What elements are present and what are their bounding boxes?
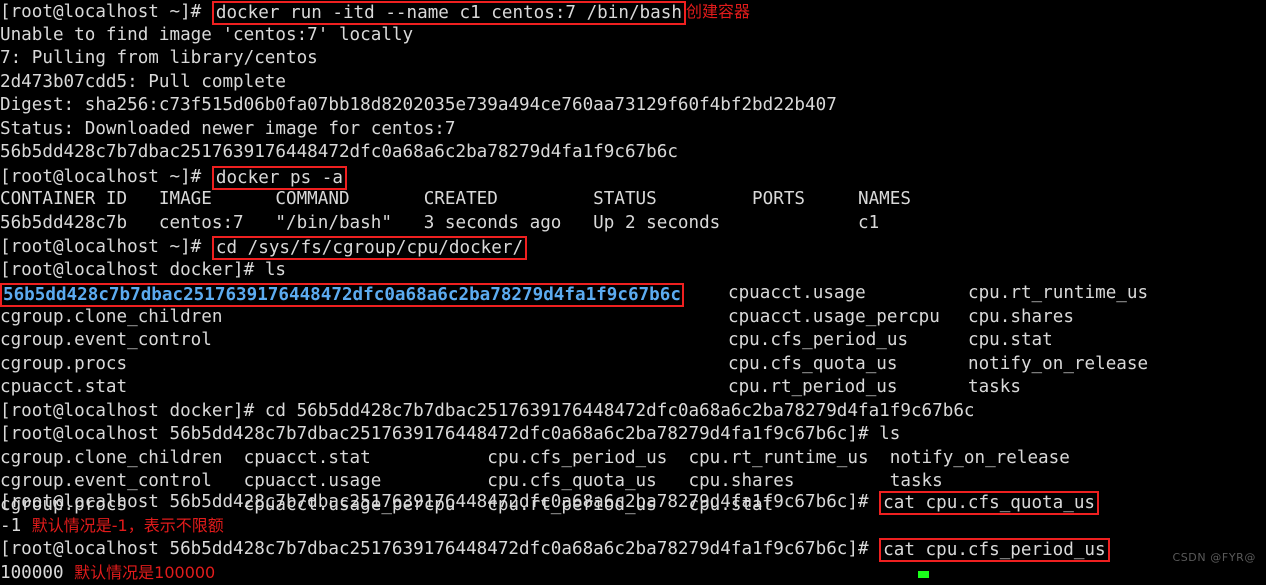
terminal-line-quota-result: -1 默认情况是-1，表示不限额 bbox=[0, 514, 224, 538]
ps-table-row: 56b5dd428c7b centos:7 "/bin/bash" 3 seco… bbox=[0, 212, 880, 233]
highlighted-command-cd-cgroup[interactable]: cd /sys/fs/cgroup/cpu/docker/ bbox=[211, 236, 528, 260]
annotation-create-container: 创建容器 bbox=[685, 2, 750, 21]
shell-prompt: [root@localhost 56b5dd428c7b7dbac2517639… bbox=[0, 424, 880, 444]
terminal-cursor bbox=[918, 571, 929, 578]
output-unable-to-find-image: Unable to find image 'centos:7' locally bbox=[0, 24, 414, 45]
terminal-line-command-ls-container: [root@localhost 56b5dd428c7b7dbac2517639… bbox=[0, 423, 900, 447]
highlighted-command-cat-period[interactable]: cat cpu.cfs_period_us bbox=[879, 538, 1110, 562]
ls-docker-col3-item-1: cpu.rt_runtime_us bbox=[968, 283, 1149, 303]
terminal-line-command-docker-ps: [root@localhost ~]# docker ps -a bbox=[0, 165, 347, 190]
shell-prompt: [root@localhost docker]# bbox=[0, 400, 265, 421]
csdn-watermark: CSDN @FYR@ bbox=[1172, 551, 1256, 564]
highlighted-command-docker-ps[interactable]: docker ps -a bbox=[211, 165, 347, 190]
shell-prompt: [root@localhost 56b5dd428c7b7dbac2517639… bbox=[0, 539, 880, 559]
highlighted-command-docker-run[interactable]: docker run -itd --name c1 centos:7 /bin/… bbox=[211, 1, 686, 25]
cat-quota-output: -1 bbox=[0, 515, 22, 536]
terminal-line-command-cat-period: [root@localhost 56b5dd428c7b7dbac2517639… bbox=[0, 537, 1110, 562]
ls-docker-col2-item-1: cpuacct.usage bbox=[728, 283, 866, 303]
shell-prompt: [root@localhost 56b5dd428c7b7dbac2517639… bbox=[0, 492, 880, 512]
annotation-period-note: 默认情况是100000 bbox=[74, 562, 216, 582]
highlighted-container-directory[interactable]: 56b5dd428c7b7dbac2517639176448472dfc0a68… bbox=[0, 283, 684, 307]
ls-docker-col2-item-2: cpuacct.usage_percpu bbox=[728, 306, 940, 327]
terminal-line-command-cd-container: [root@localhost docker]# cd 56b5dd428c7b… bbox=[0, 400, 975, 424]
ls-docker-col3-item-2: cpu.shares bbox=[968, 306, 1074, 327]
ls-docker-col1-item-4: cpuacct.stat bbox=[0, 377, 128, 397]
terminal-line-period-result: 100000 默认情况是100000 bbox=[0, 561, 215, 585]
shell-prompt: [root@localhost docker]# bbox=[0, 259, 265, 280]
shell-prompt: [root@localhost ~]# bbox=[0, 237, 212, 257]
ls-docker-col1-item-3: cgroup.procs bbox=[0, 353, 128, 374]
terminal-line-command-cd-cgroup: [root@localhost ~]# cd /sys/fs/cgroup/cp… bbox=[0, 235, 528, 260]
output-pulling-from-library: 7: Pulling from library/centos bbox=[0, 48, 318, 68]
output-digest: Digest: sha256:c73f515d06b0fa07bb18d8202… bbox=[0, 95, 837, 115]
ls-docker-row-1: 56b5dd428c7b7dbac2517639176448472dfc0a68… bbox=[0, 282, 684, 307]
terminal-line-command-cat-quota: [root@localhost 56b5dd428c7b7dbac2517639… bbox=[0, 490, 1100, 515]
shell-prompt: [root@localhost ~]# bbox=[0, 166, 212, 187]
ls-docker-col3-item-3: cpu.stat bbox=[968, 330, 1053, 350]
ls-docker-col2-item-5: cpu.rt_period_us bbox=[728, 377, 898, 397]
ps-table-header: CONTAINER ID IMAGE COMMAND CREATED STATU… bbox=[0, 189, 911, 209]
ls-docker-col3-item-4: notify_on_release bbox=[968, 353, 1149, 374]
command-cd-container[interactable]: cd 56b5dd428c7b7dbac2517639176448472dfc0… bbox=[265, 401, 975, 421]
output-layer-pull-complete: 2d473b07cdd5: Pull complete bbox=[0, 71, 286, 92]
shell-prompt: [root@localhost ~]# bbox=[0, 2, 212, 22]
highlighted-command-cat-quota[interactable]: cat cpu.cfs_quota_us bbox=[879, 491, 1100, 515]
ls-docker-col2-item-4: cpu.cfs_quota_us bbox=[728, 353, 898, 374]
terminal-window[interactable]: [root@localhost ~]# docker run -itd --na… bbox=[0, 0, 1266, 583]
ls-docker-col2-item-3: cpu.cfs_period_us bbox=[728, 330, 909, 350]
command-ls[interactable]: ls bbox=[879, 424, 900, 444]
ls-docker-col3-item-5: tasks bbox=[968, 377, 1021, 397]
terminal-line-command-ls-docker: [root@localhost docker]# ls bbox=[0, 259, 286, 283]
ls-container-row-1: cgroup.clone_children cpuacct.stat cpu.c… bbox=[0, 447, 1070, 468]
output-container-id: 56b5dd428c7b7dbac2517639176448472dfc0a68… bbox=[0, 142, 678, 162]
command-ls[interactable]: ls bbox=[265, 260, 286, 280]
output-status-downloaded: Status: Downloaded newer image for cento… bbox=[0, 118, 456, 139]
terminal-line-command-docker-run: [root@localhost ~]# docker run -itd --na… bbox=[0, 0, 750, 25]
ls-docker-col1-item-1: cgroup.clone_children bbox=[0, 306, 223, 327]
ls-docker-col1-item-2: cgroup.event_control bbox=[0, 330, 212, 350]
annotation-quota-note: 默认情况是-1，表示不限额 bbox=[31, 515, 224, 535]
